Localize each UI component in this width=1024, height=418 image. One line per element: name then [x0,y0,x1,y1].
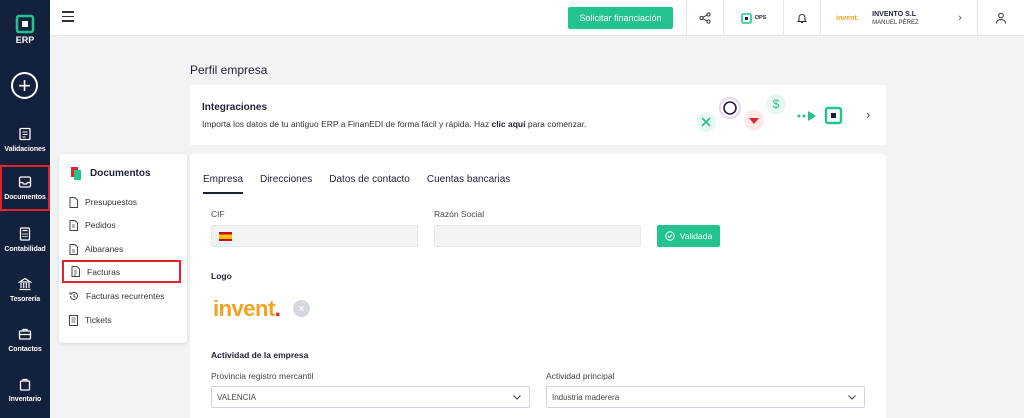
cif-field[interactable] [211,225,418,247]
remove-logo-button[interactable]: × [293,300,310,317]
razon-social-label: Razón Social [434,209,485,219]
company-profile-card: Empresa Direcciones Datos de contacto Cu… [190,154,886,418]
integrations-illustration: $ [696,94,843,132]
menu-item-facturas[interactable]: Facturas [62,260,181,283]
share-button[interactable] [686,0,723,36]
rail-item-tesoreria[interactable]: Tesorería [0,266,50,314]
request-financing-button[interactable]: Solicitar financiación [568,7,673,29]
clipboard-icon [19,127,31,141]
menu-item-facturas-recurrentes[interactable]: Facturas recurrentes [69,286,164,306]
bell-icon [796,14,808,23]
logo-section-title: Logo [211,271,232,281]
click-here-link[interactable]: clic aquí [491,119,525,129]
menu-item-pedidos[interactable]: Pedidos [69,215,116,235]
document-icon [69,243,78,255]
user-profile-button[interactable] [977,0,1024,36]
add-button[interactable]: + [11,72,38,99]
rail-item-contactos[interactable]: Contactos [0,316,50,364]
provincia-label: Provincia registro mercantil [211,371,314,381]
calculator-icon [19,227,31,241]
chevron-right-icon: › [958,12,962,24]
tab-empresa[interactable]: Empresa [203,174,244,194]
menu-item-label: Facturas [87,266,121,277]
menu-item-label: Albaranes [85,244,124,254]
documents-menu-title: Documentos [90,168,151,179]
tab-direcciones[interactable]: Direcciones [260,174,312,194]
actividad-label: Actividad principal [546,371,615,381]
plus-icon: + [18,72,31,98]
rail-item-contabilidad[interactable]: Contabilidad [0,216,50,264]
rail-item-label: Validaciones [4,146,46,153]
user-name: MANUEL PÉREZ [872,19,919,26]
menu-item-label: Pedidos [85,220,116,230]
ticket-icon [69,314,78,326]
menu-item-presupuestos[interactable]: Presupuestos [69,192,137,212]
notifications-button[interactable] [783,0,820,36]
erp-logo-icon [15,14,35,34]
bank-icon [18,277,32,291]
page-title: Perfil empresa [190,63,268,77]
user-icon [996,12,1006,24]
cif-label: CIF [211,209,225,219]
ops-label: OPS [754,15,767,21]
menu-item-label: Facturas recurrentes [86,291,165,301]
inbox-icon [18,176,32,188]
chevron-down-icon [513,395,521,400]
documents-menu: Documentos Presupuestos Pedidos Albarane… [59,154,187,343]
actividad-select[interactable]: Industria maderera [546,386,865,408]
share-icon [699,12,711,24]
integrations-banner[interactable]: Integraciones Importa los datos de tu an… [190,85,886,145]
history-icon [69,291,78,300]
document-icon [69,196,78,208]
svg-text:$: $ [773,97,780,111]
erp-logo-text: ERP [15,35,35,45]
documents-menu-header: Documentos [71,167,151,180]
company-switcher[interactable]: invent. INVENTO S.L MANUEL PÉREZ › [820,0,977,36]
check-circle-icon [665,231,675,241]
close-icon: × [298,302,305,315]
menu-item-tickets[interactable]: Tickets [69,310,112,330]
top-bar: Solicitar financiación OPS invent. INVEN… [50,0,1024,36]
rail-item-label: Inventario [8,396,42,403]
provincia-select[interactable]: VALENCIA [211,386,530,408]
rail-item-validaciones[interactable]: Validaciones [0,116,50,164]
menu-item-albaranes[interactable]: Albaranes [69,239,123,259]
rail-item-label: Contabilidad [4,246,46,253]
rail-item-label: Tesorería [9,296,41,303]
rail-item-label: Documentos [4,194,46,201]
ops-logo-icon [740,12,752,24]
erp-logo[interactable]: ERP [0,14,50,45]
briefcase-icon [18,328,32,340]
tab-cuentas-bancarias[interactable]: Cuentas bancarias [427,174,510,194]
menu-item-label: Tickets [85,315,112,325]
ops-button[interactable]: OPS [723,0,783,36]
company-logo: invent. [836,14,859,22]
documents-icon [71,167,81,180]
company-name: INVENTO S.L [872,10,916,18]
banner-title: Integraciones [202,102,268,113]
razon-social-field[interactable] [434,225,641,247]
chevron-right-icon[interactable]: › [866,107,870,122]
activity-section-title: Actividad de la empresa [211,350,309,360]
rail-item-label: Contactos [8,346,42,353]
document-icon [69,219,78,231]
company-logo-image: invent. [213,296,281,321]
profile-tabs: Empresa Direcciones Datos de contacto Cu… [203,174,510,194]
menu-item-label: Presupuestos [85,197,137,207]
menu-toggle-icon[interactable] [62,11,74,22]
main-sidebar: ERP + Validaciones Documentos Contabilid… [0,0,50,418]
bag-icon [19,378,31,391]
spain-flag-icon [219,232,232,241]
rail-item-documentos[interactable]: Documentos [0,165,50,211]
rail-item-inventario[interactable]: Inventario [0,366,50,414]
document-icon [71,266,80,277]
banner-text: Importa los datos de tu antiguo ERP a Fi… [202,119,587,129]
validated-badge[interactable]: Validada [657,225,720,247]
tab-datos-contacto[interactable]: Datos de contacto [329,174,410,194]
chevron-down-icon [848,395,856,400]
